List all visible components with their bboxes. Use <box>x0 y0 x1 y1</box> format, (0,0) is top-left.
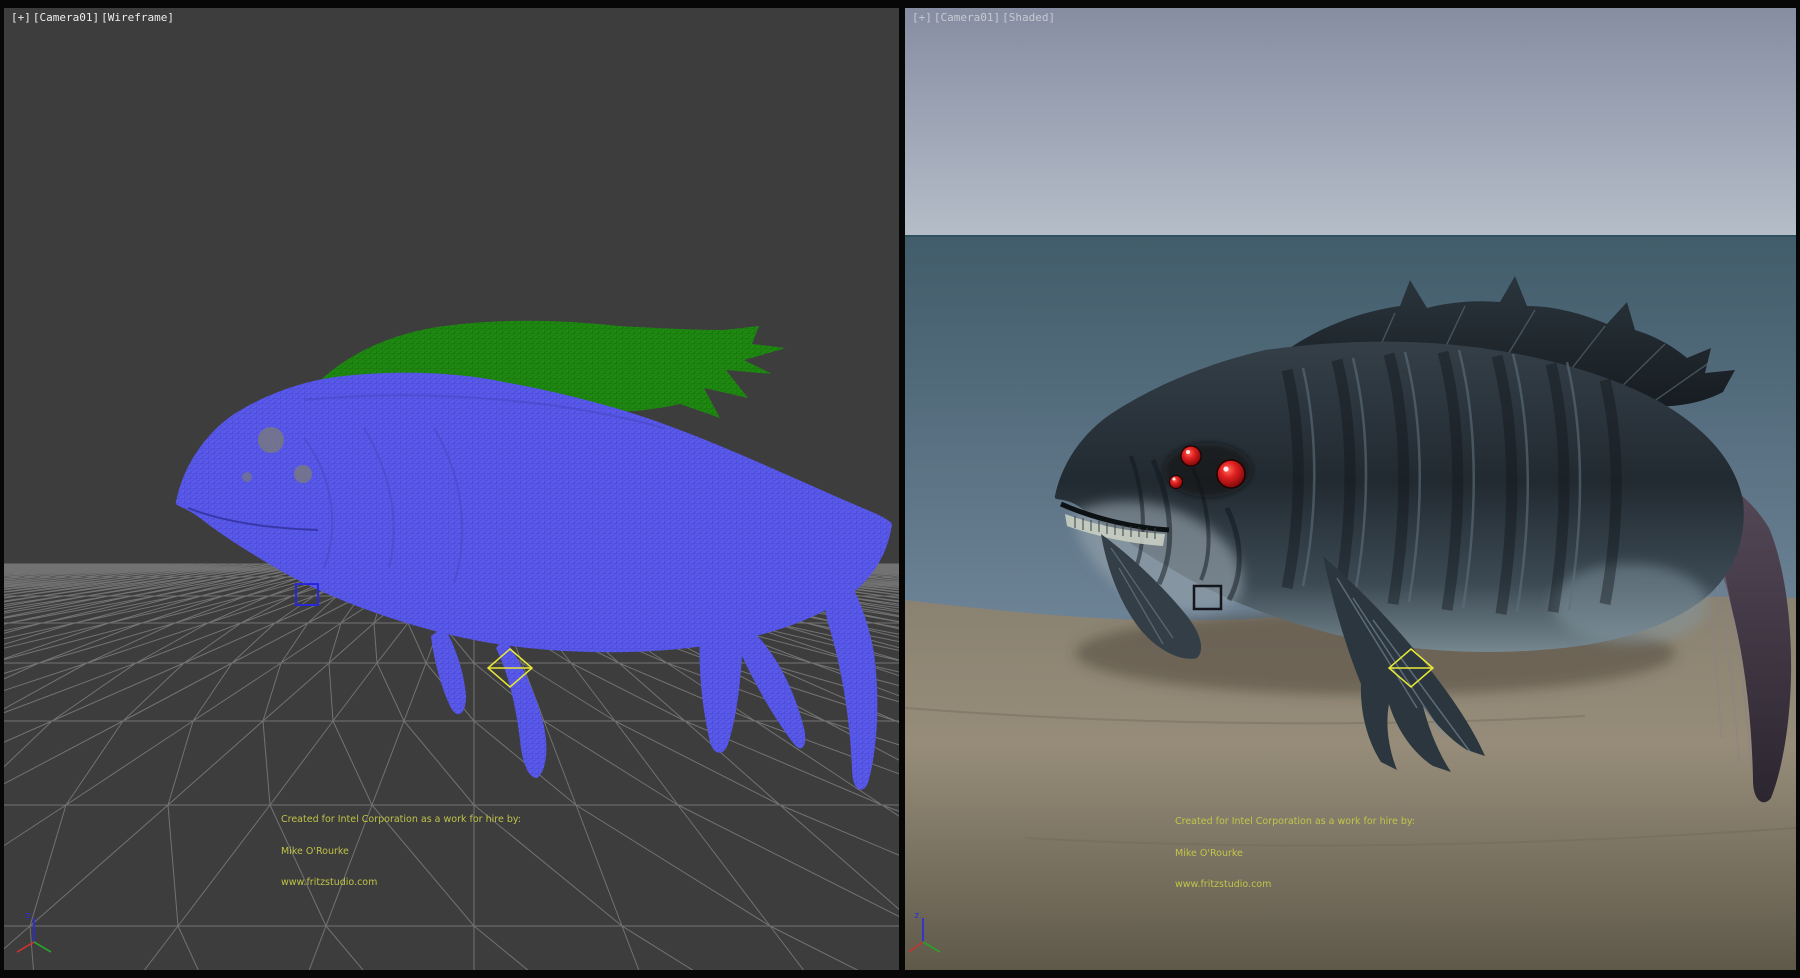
fish-eye-small <box>1170 476 1183 489</box>
horizon-line <box>905 235 1796 237</box>
axis-z-label: z <box>25 911 30 921</box>
eye-highlight <box>1186 450 1190 454</box>
viewport-menu-general[interactable]: [+] <box>11 11 31 24</box>
fish-eye-spot-small <box>294 465 312 483</box>
fish-eye-spot-large <box>258 427 284 453</box>
eye-highlight <box>1173 478 1176 481</box>
viewport-area: [+] [Camera01] [Wireframe] <box>0 0 1800 978</box>
fish-eye-large <box>1217 460 1245 488</box>
fish-nostril-spot <box>242 472 252 482</box>
watermark-text: Created for Intel Corporation as a work … <box>281 794 521 910</box>
world-axis-tripod: z <box>17 911 51 952</box>
viewport-menu-pov[interactable]: [Camera01] <box>934 11 1000 24</box>
fish-eye-medium <box>1181 446 1201 466</box>
viewport-right[interactable]: [+] [Camera01] [Shaded] <box>905 8 1796 970</box>
viewport-menu-pov[interactable]: [Camera01] <box>33 11 99 24</box>
viewport-menu-shading[interactable]: [Wireframe] <box>101 11 174 24</box>
rear-highlight <box>1552 564 1708 644</box>
fish-pelvic-fin[interactable] <box>431 626 466 714</box>
axis-z-label: z <box>914 911 919 921</box>
sky <box>905 8 1796 240</box>
viewport-right-label: [+] [Camera01] [Shaded] <box>912 11 1055 24</box>
fish-body[interactable] <box>176 373 892 653</box>
viewport-left[interactable]: [+] [Camera01] [Wireframe] <box>4 8 899 970</box>
watermark-text: Created for Intel Corporation as a work … <box>1175 796 1415 912</box>
viewport-left-label: [+] [Camera01] [Wireframe] <box>11 11 174 24</box>
fish-model-wireframe[interactable] <box>176 321 892 790</box>
eye-highlight <box>1223 466 1228 471</box>
viewport-menu-general[interactable]: [+] <box>912 11 932 24</box>
viewport-menu-shading[interactable]: [Shaded] <box>1002 11 1055 24</box>
